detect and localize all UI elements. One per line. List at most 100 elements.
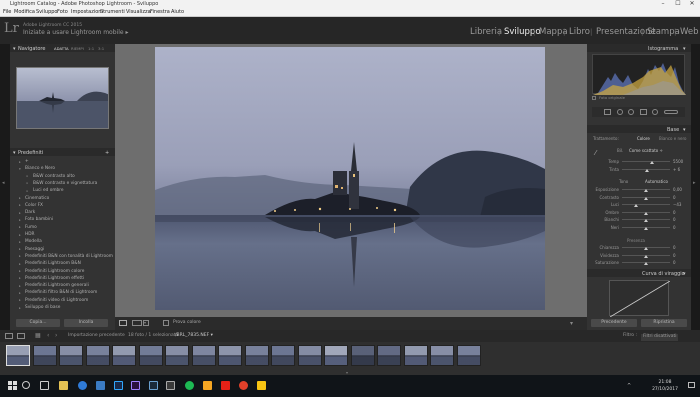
presets-header[interactable]: ▾ Predefiniti + [10,148,115,156]
notification-icon[interactable] [688,382,695,388]
menu-modifica[interactable]: Modifica [14,9,35,15]
slider-value[interactable]: 0 [673,245,676,250]
slider-track[interactable] [622,161,670,162]
navigator-header[interactable]: ▾ Navigatore ADATTA RIEMPI 1:1 3:1 [10,44,115,52]
nav-mode-fit[interactable]: ADATTA [54,46,69,51]
preset-folder[interactable]: ▸ Cinematico [10,195,115,202]
filmstrip-thumbnail[interactable] [59,345,83,366]
edge-icon[interactable] [78,381,87,390]
nav-mode-3to1[interactable]: 3:1 [98,46,104,51]
filmstrip-thumbnail[interactable] [403,345,428,366]
preset-folder[interactable]: ▸ Color FX [10,202,115,209]
taskbar-clock[interactable]: 21:08 27/10/2017 [652,380,678,392]
slider-value[interactable]: 0 [673,225,676,230]
second-display-icon[interactable] [17,333,25,339]
filmstrip-thumbnail[interactable] [297,345,322,366]
slider-handle[interactable] [644,169,649,172]
add-preset-icon[interactable]: + [105,150,109,156]
navigator-preview[interactable] [16,67,109,129]
slider-handle[interactable] [644,219,648,222]
store-icon[interactable] [96,381,105,390]
menu-visualizza[interactable]: Visualizza [126,9,151,15]
tone-curve-graph[interactable] [609,280,671,318]
preset-folder[interactable]: ▫ B&W contrasto alto [10,173,115,180]
menu-foto[interactable]: Foto [57,9,68,15]
filmstrip-thumbnail[interactable] [244,345,269,366]
secondary-window-icon[interactable] [5,333,13,339]
loupe-view-icon[interactable] [119,320,127,326]
paste-button[interactable]: Incolla [64,319,108,327]
slider-value[interactable]: 0 [673,217,676,222]
filmstrip-thumbnail[interactable] [430,345,454,366]
tray-chevron-icon[interactable]: ^ [627,383,631,389]
filmstrip-thumbnail[interactable] [6,345,30,366]
slider-value[interactable]: 5500 [673,159,683,164]
right-panel-collapse-icon[interactable]: ▸ [693,180,696,186]
nav-mode-1to1[interactable]: 1:1 [88,46,94,51]
app-icon[interactable] [166,381,175,390]
slider-value[interactable]: 0,00 [673,187,682,192]
slider-handle[interactable] [644,211,648,215]
nav-mode-fill[interactable]: RIEMPI [71,46,84,51]
preset-folder[interactable]: ▫ B&W contrasto e vignettatura [10,180,115,187]
source-label[interactable]: Importazione precedente [68,333,125,339]
preset-folder[interactable]: ▸ + [10,158,115,165]
spotify-icon[interactable] [185,381,194,390]
task-view-icon[interactable] [40,381,49,390]
slider-value[interactable]: 0 [673,253,676,258]
filmstrip-thumbnail[interactable] [85,345,110,366]
filmstrip-thumbnail[interactable] [350,345,375,366]
preset-folder[interactable]: ▸ Sviluppo di base [10,304,115,311]
slider-track[interactable] [622,204,670,205]
filmstrip-thumbnail[interactable] [112,345,136,366]
photo-preview[interactable] [155,47,545,310]
filmstrip-thumbnail[interactable] [191,345,216,366]
slider-handle[interactable] [644,196,648,200]
preset-folder[interactable]: ▸ Predefiniti Lightroom B&N [10,260,115,267]
slider-value[interactable]: −43 [673,202,681,207]
file-explorer-icon[interactable] [59,381,68,390]
filmstrip-thumbnail[interactable] [456,345,481,366]
slider-handle[interactable] [644,247,648,250]
module-web[interactable]: Web [680,27,699,37]
menu-sviluppo[interactable]: Sviluppo [36,9,58,15]
filmstrip-thumbnail[interactable] [271,345,295,366]
slider-handle[interactable] [644,262,648,265]
slider-handle[interactable] [649,161,654,164]
chevron-down-icon[interactable]: ▾ [143,320,149,326]
current-filename[interactable]: /BRL_7835.NEF ▾ [175,333,213,339]
menu-finestra[interactable]: Finestra [150,9,170,15]
module-libro[interactable]: Libro [569,27,590,37]
previous-button[interactable]: Precedente [591,319,637,327]
windows-start-icon[interactable] [8,381,17,390]
preset-folder[interactable]: ▸ Predefiniti B&N con tonalità di Lightro… [10,253,115,260]
preset-folder[interactable]: ▾ Bianco e Nero [10,165,115,172]
preset-folder[interactable]: ▸ Predefiniti filtro B&N di Lightroom [10,289,115,296]
slider-value[interactable]: 0 [673,210,676,215]
slider-value[interactable]: + 6 [673,167,680,172]
filmstrip-thumbnail[interactable] [165,345,189,366]
preset-folder[interactable]: ▸ Foto bambini [10,216,115,223]
tone-curve-header[interactable]: Curva di viraggio ▾ [587,269,691,277]
preset-folder[interactable]: ▸ Predefiniti Lightroom colore [10,268,115,275]
preset-folder[interactable]: ▫ Luci ed ombre [10,187,115,194]
close-button[interactable]: ✕ [685,0,699,8]
notes-icon[interactable] [257,381,266,390]
preset-folder[interactable]: ▸ Modella [10,238,115,245]
slider-value[interactable]: 0 [673,260,676,265]
preset-folder[interactable]: ▸ Fumo [10,224,115,231]
search-icon[interactable] [22,381,30,389]
chrome-icon[interactable] [239,381,248,390]
preset-folder[interactable]: ▸ Predefiniti Lightroom effetti [10,275,115,282]
maximize-button[interactable]: ☐ [671,0,685,8]
menu-aiuto[interactable]: Aiuto [171,9,184,15]
photoshop-icon[interactable] [114,381,123,390]
folder-icon[interactable] [203,381,212,390]
preset-folder[interactable]: ▸ Paesaggi [10,246,115,253]
menu-file[interactable]: File [3,9,11,15]
slider-handle[interactable] [644,226,648,230]
before-after-view-icon[interactable] [132,320,142,326]
preset-folder[interactable]: ▸ HDR [10,231,115,238]
auto-tone-button[interactable]: Automatico [645,180,668,184]
reset-button[interactable]: Ripristina [641,319,687,327]
